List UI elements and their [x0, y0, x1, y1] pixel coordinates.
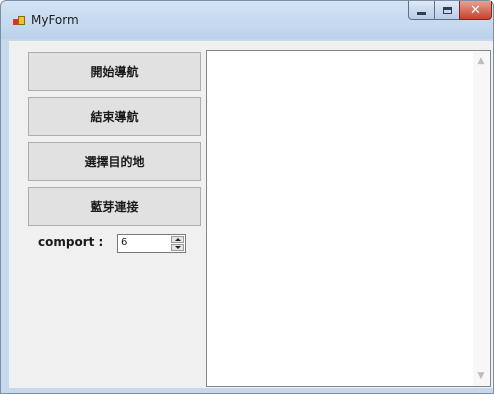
comport-label: comport :: [38, 235, 104, 249]
stepper-buttons: [171, 236, 184, 251]
bluetooth-connect-button[interactable]: 藍芽連接: [28, 187, 201, 226]
stepper-down-button[interactable]: [171, 244, 184, 251]
comport-value[interactable]: 6: [121, 237, 127, 248]
app-window: MyForm ✕ 開始導航 結束導航 選擇目的地 藍芽連接 comport : …: [0, 0, 494, 394]
title-bar[interactable]: MyForm ✕: [1, 1, 493, 39]
scroll-down-icon[interactable]: ▼: [476, 371, 486, 381]
maximize-icon: [442, 6, 452, 14]
window-title: MyForm: [31, 13, 79, 27]
maximize-button[interactable]: [434, 1, 460, 20]
minimize-icon: [417, 11, 426, 15]
stepper-up-button[interactable]: [171, 236, 184, 243]
close-icon: ✕: [470, 2, 481, 18]
app-icon: [13, 16, 25, 27]
output-textbox[interactable]: ▲ ▼: [206, 50, 491, 387]
comport-stepper[interactable]: 6: [117, 234, 186, 253]
end-navigation-button[interactable]: 結束導航: [28, 97, 201, 136]
vertical-scrollbar[interactable]: ▲ ▼: [473, 51, 490, 386]
select-destination-button[interactable]: 選擇目的地: [28, 142, 201, 181]
arrow-up-icon: [175, 238, 181, 241]
arrow-down-icon: [175, 246, 181, 249]
close-button[interactable]: ✕: [459, 1, 492, 20]
form-client-area: 開始導航 結束導航 選擇目的地 藍芽連接 comport : 6 ▲ ▼: [9, 41, 493, 388]
start-navigation-button[interactable]: 開始導航: [28, 52, 201, 91]
scroll-up-icon[interactable]: ▲: [476, 56, 486, 66]
minimize-button[interactable]: [408, 1, 435, 20]
